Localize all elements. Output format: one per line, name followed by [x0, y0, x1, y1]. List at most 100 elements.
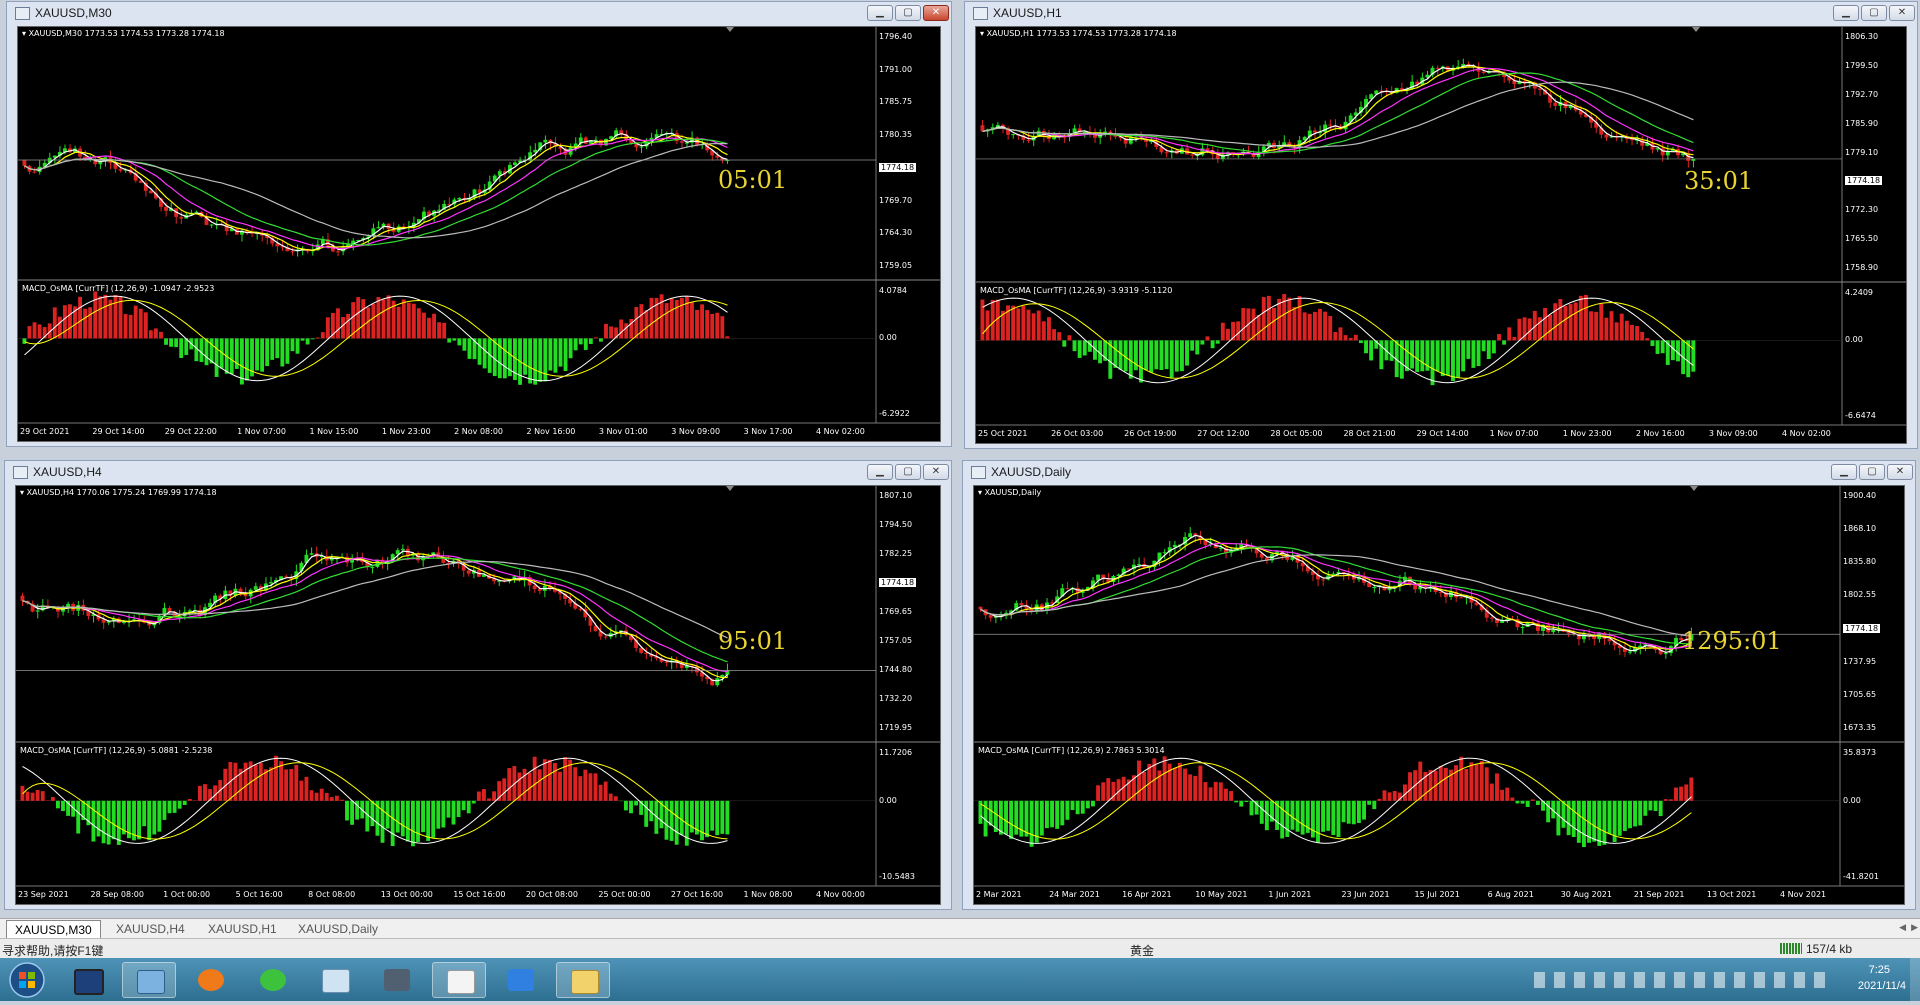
taskbar-pen-button[interactable] [494, 962, 548, 998]
chart-shift-marker-icon[interactable] [1692, 27, 1700, 32]
macd-histogram-bar [406, 801, 410, 842]
taskbar-explorer-button[interactable] [122, 962, 176, 998]
show-desktop-button[interactable] [1910, 958, 1920, 1001]
macd-histogram-bar [462, 338, 466, 350]
macd-histogram-bar [680, 298, 684, 339]
window-title-bar[interactable]: XAUUSD,Daily▁▢✕ [963, 461, 1915, 483]
price-scale[interactable]: 1807.101794.501782.251774.181769.651757.… [876, 486, 940, 886]
macd-histogram-bar [1226, 329, 1230, 341]
macd-histogram-bar [294, 765, 298, 801]
macd-histogram-bar [1214, 782, 1218, 801]
macd-histogram-bar [1625, 321, 1629, 341]
clock-date[interactable]: 2021/11/4 [1858, 980, 1906, 992]
start-button[interactable] [4, 960, 50, 1000]
close-button[interactable]: ✕ [1889, 5, 1915, 21]
symbol-dropdown-icon[interactable]: ▾ [980, 29, 987, 38]
chart-plot-area[interactable]: ▾ XAUUSD,M30 1773.53 1774.53 1773.28 177… [17, 26, 941, 442]
macd-histogram-bar [1633, 801, 1637, 827]
tab-xauusd-h4[interactable]: XAUUSD,H4 [108, 920, 193, 938]
chart-window-h1[interactable]: XAUUSD,H1▁▢✕▾ XAUUSD,H1 1773.53 1774.53 … [964, 1, 1918, 449]
indicator-label: MACD_OsMA [CurrTF] (12,26,9) -3.9319 -5.… [980, 286, 1172, 295]
time-axis[interactable]: 25 Oct 202126 Oct 03:0026 Oct 19:0027 Oc… [976, 425, 1906, 443]
close-button[interactable]: ✕ [1887, 464, 1913, 480]
minimize-button[interactable]: ▁ [1833, 5, 1859, 21]
candle-body [1553, 103, 1557, 106]
chart-shift-marker-icon[interactable] [1690, 486, 1698, 491]
macd-histogram-bar [1521, 801, 1525, 804]
chart-shift-marker-icon[interactable] [726, 486, 734, 491]
chart-plot-area[interactable]: ▾ XAUUSD,DailyMACD_OsMA [CurrTF] (12,26,… [973, 485, 1905, 905]
moving-average-line [23, 554, 728, 678]
macd-histogram-bar [336, 308, 340, 338]
maximize-button[interactable]: ▢ [1861, 5, 1887, 21]
taskbar-metatrader-button[interactable] [432, 962, 486, 998]
taskbar-wechat-button[interactable] [246, 962, 300, 998]
macd-histogram-bar [1364, 340, 1368, 353]
macd-histogram-bar [1648, 801, 1652, 811]
macd-histogram-bar [1296, 801, 1300, 832]
tab-xauusd-m30[interactable]: XAUUSD,M30 [6, 920, 101, 939]
taskbar-network-button[interactable] [370, 962, 424, 998]
candle-body [639, 147, 643, 148]
macd-histogram-bar [700, 304, 704, 338]
price-scale[interactable]: 1900.401868.101835.801802.551774.181737.… [1840, 486, 1904, 886]
symbol-dropdown-icon[interactable]: ▾ [22, 29, 29, 38]
tray-icons[interactable] [1534, 972, 1834, 988]
time-axis[interactable]: 23 Sep 202128 Sep 08:001 Oct 00:005 Oct … [16, 886, 940, 904]
clock-time[interactable]: 7:25 [1869, 964, 1890, 976]
macd-histogram-bar [579, 338, 583, 344]
taskbar: 7:25 2021/11/4 [0, 958, 1920, 1001]
time-axis[interactable]: 2 Mar 202124 Mar 202116 Apr 202110 May 2… [974, 886, 1904, 904]
macd-histogram-bar [1464, 769, 1468, 801]
tab-scroll-left-icon[interactable]: ◀ [1899, 922, 1906, 933]
maximize-button[interactable]: ▢ [895, 5, 921, 21]
macd-histogram-bar [1285, 801, 1289, 837]
macd-histogram-bar [31, 793, 35, 801]
price-tick-label: 1769.65 [879, 607, 912, 616]
taskbar-app-orange-button[interactable] [184, 962, 238, 998]
candle-body [33, 172, 37, 173]
chart-window-daily[interactable]: XAUUSD,Daily▁▢✕▾ XAUUSD,DailyMACD_OsMA [… [962, 460, 1916, 910]
chart-window-m30[interactable]: XAUUSD,M30▁▢✕▾ XAUUSD,M30 1773.53 1774.5… [6, 1, 952, 447]
taskbar-desktop-button[interactable] [60, 962, 114, 998]
chart-plot-area[interactable]: ▾ XAUUSD,H1 1773.53 1774.53 1773.28 1774… [975, 26, 1907, 444]
price-scale[interactable]: 1806.301799.501792.701785.901779.101774.… [1842, 27, 1906, 425]
chart-window-h4[interactable]: XAUUSD,H4▁▢✕▾ XAUUSD,H4 1770.06 1775.24 … [4, 460, 952, 910]
taskbar-notepad-button[interactable] [308, 962, 362, 998]
macd-histogram-bar [387, 295, 391, 338]
macd-histogram-bar [1076, 801, 1080, 814]
candle-body [1664, 653, 1668, 654]
macd-histogram-bar [361, 299, 365, 338]
close-button[interactable]: ✕ [923, 5, 949, 21]
time-tick-label: 15 Oct 16:00 [453, 890, 505, 899]
macd-histogram-bar [1009, 801, 1013, 839]
macd-histogram-bar [1505, 788, 1509, 801]
minimize-button[interactable]: ▁ [1831, 464, 1857, 480]
tab-scroll-right-icon[interactable]: ▶ [1911, 922, 1918, 933]
window-title-bar[interactable]: XAUUSD,H4▁▢✕ [5, 461, 951, 483]
minimize-button[interactable]: ▁ [867, 464, 893, 480]
window-title-bar[interactable]: XAUUSD,H1▁▢✕ [965, 2, 1917, 24]
maximize-button[interactable]: ▢ [1859, 464, 1885, 480]
chart-shift-marker-icon[interactable] [726, 27, 734, 32]
taskbar-folder-button[interactable] [556, 962, 610, 998]
macd-histogram-bar [1556, 801, 1560, 836]
time-axis[interactable]: 29 Oct 202129 Oct 14:0029 Oct 22:001 Nov… [18, 423, 940, 441]
chart-plot-area[interactable]: ▾ XAUUSD,H4 1770.06 1775.24 1769.99 1774… [15, 485, 941, 905]
close-button[interactable]: ✕ [923, 464, 949, 480]
macd-histogram-bar [594, 773, 598, 800]
minimize-button[interactable]: ▁ [867, 5, 893, 21]
macd-histogram-bar [274, 756, 278, 801]
maximize-button[interactable]: ▢ [895, 464, 921, 480]
price-scale[interactable]: 1796.401791.001785.751780.351774.181769.… [876, 27, 940, 423]
tab-xauusd-h1[interactable]: XAUUSD,H1 [200, 920, 285, 938]
macd-histogram-bar [1602, 801, 1606, 845]
status-help-text: 寻求帮助,请按F1键 [2, 942, 103, 959]
macd-histogram-bar [1342, 801, 1346, 822]
moving-average-line [983, 73, 1694, 153]
tab-xauusd-daily[interactable]: XAUUSD,Daily [290, 920, 386, 938]
window-title-bar[interactable]: XAUUSD,M30▁▢✕ [7, 2, 951, 24]
macd-histogram-bar [284, 769, 288, 800]
macd-histogram-bar [574, 338, 578, 350]
symbol-dropdown-icon[interactable]: ▾ [20, 488, 27, 497]
